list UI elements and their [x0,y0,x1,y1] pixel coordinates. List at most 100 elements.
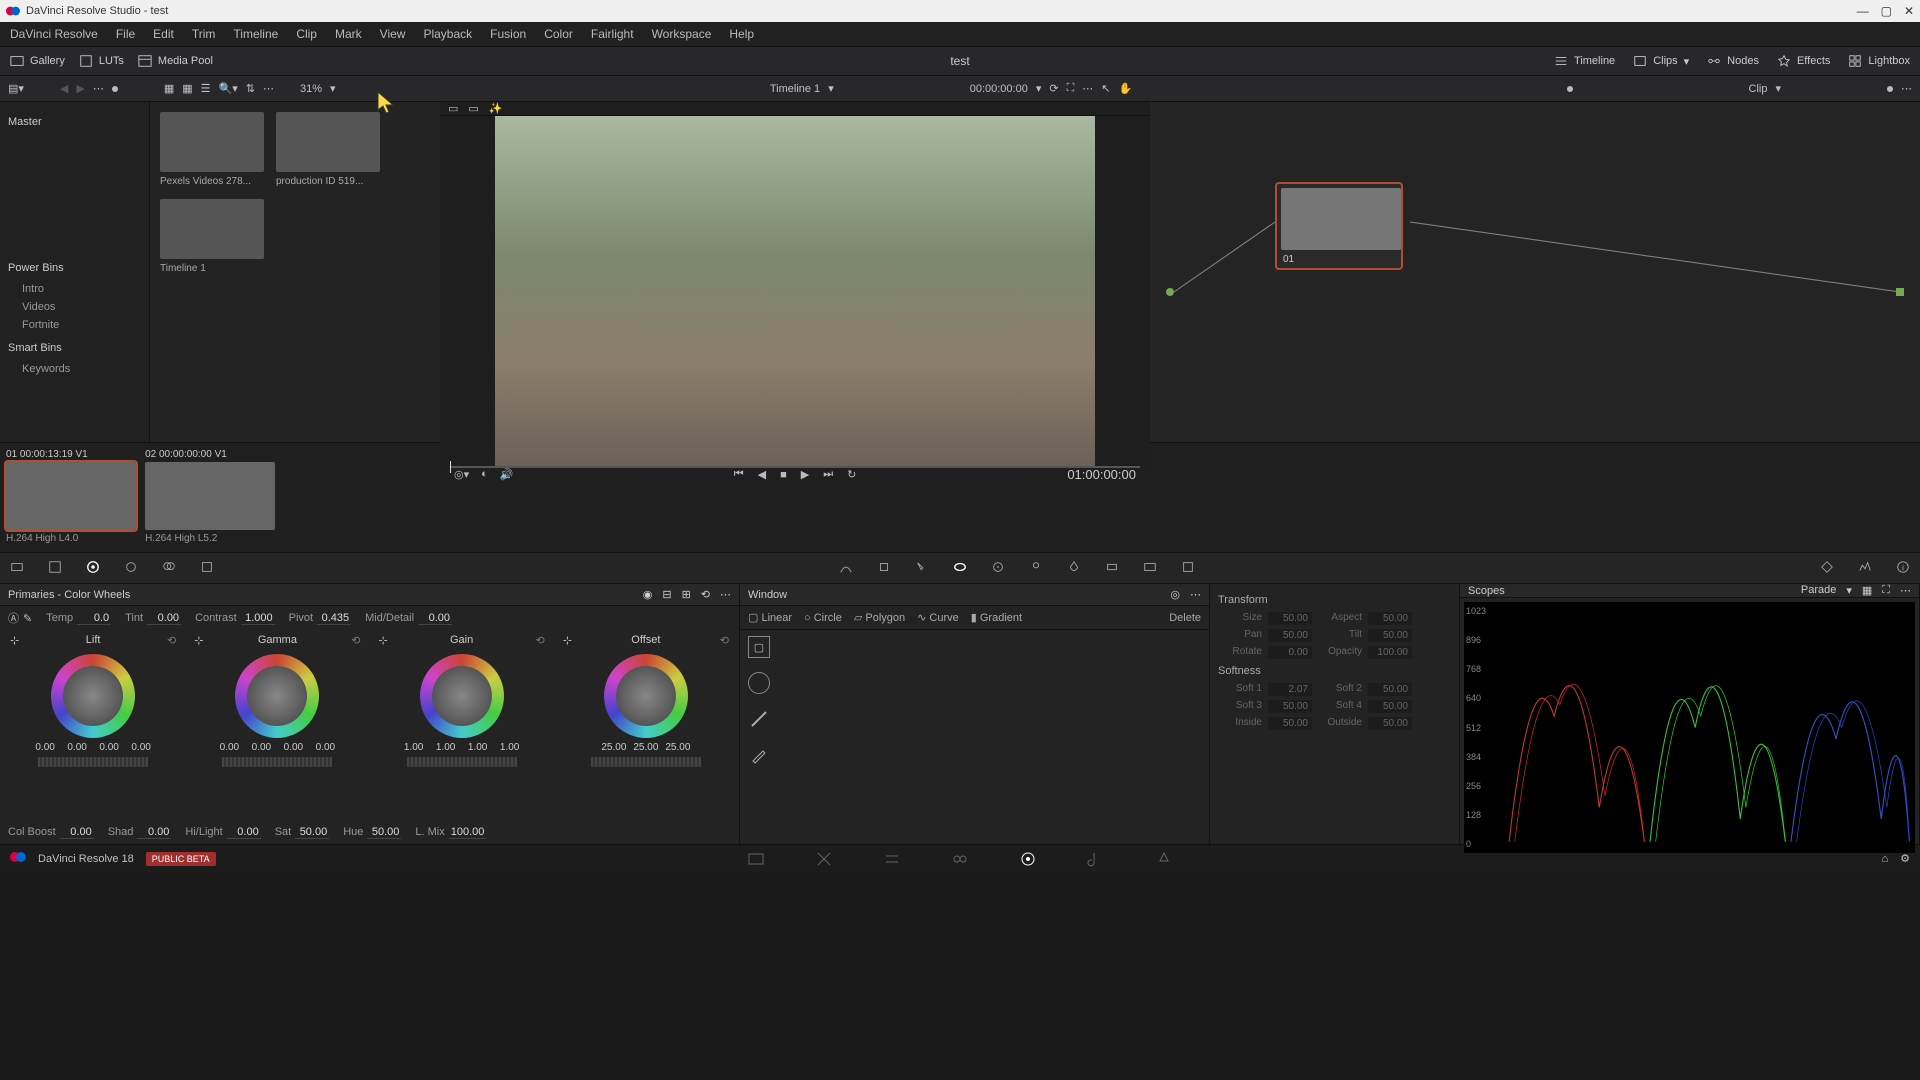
wheel-mode1-icon[interactable]: ◉ [643,588,653,601]
menu-trim[interactable]: Trim [192,27,216,41]
colboost-value[interactable]: 0.00 [60,826,94,839]
sort-icon[interactable]: ⇅ [246,82,255,95]
wheel-value[interactable]: 1.00 [497,742,523,753]
search-icon[interactable]: 🔍▾ [219,82,238,95]
page-media-icon[interactable] [747,850,765,868]
color-node[interactable]: 01 [1275,182,1403,270]
bypass-icon[interactable]: ⟳ [1049,82,1058,95]
zoom-value[interactable]: 31% [300,83,322,95]
power-bins-header[interactable]: Power Bins [8,262,141,274]
node-clip-label[interactable]: Clip [1749,83,1768,95]
node-options-icon[interactable]: ⋯ [1901,82,1912,95]
timeline-clip[interactable]: 02 00:00:00:00 V1 H.264 High L5.2 [145,447,275,544]
jog-wheel[interactable] [591,757,701,767]
viewer-timecode[interactable]: 00:00:00:00 [970,83,1028,95]
goto-first-icon[interactable]: ⏮ [734,468,744,481]
3d-icon[interactable] [1181,560,1195,577]
step-back-icon[interactable]: ◀ [758,468,766,481]
middetail-value[interactable]: 0.00 [418,612,452,625]
maximize-button[interactable]: ▢ [1881,4,1892,18]
luts-button[interactable]: LUTs [79,54,124,68]
panel-options-icon[interactable]: ⋯ [720,588,731,601]
menu-fairlight[interactable]: Fairlight [591,27,634,41]
camera-raw-icon[interactable] [10,560,24,577]
picker-icon[interactable]: ✎ [23,612,32,625]
page-cut-icon[interactable] [815,850,833,868]
menu-file[interactable]: File [116,27,135,41]
tf-value[interactable]: 50.00 [1368,717,1412,730]
wheel-value[interactable]: 25.00 [665,742,691,753]
wheels-icon[interactable] [86,560,100,577]
wheel-value[interactable]: 0.00 [280,742,306,753]
jog-wheel[interactable] [222,757,332,767]
menu-davinci[interactable]: DaVinci Resolve [10,27,98,41]
tf-value[interactable]: 50.00 [1368,612,1412,625]
reset-icon[interactable]: ⟲ [536,634,545,647]
parade-scope[interactable]: 10238967686405123842561280 [1464,602,1915,853]
tf-value[interactable]: 50.00 [1368,683,1412,696]
picker-icon[interactable]: ⊹ [194,634,203,647]
wheel-value[interactable]: 0.00 [64,742,90,753]
expand-icon[interactable]: ⛶ [1067,82,1075,95]
panel-preset-icon[interactable]: ◎ [1170,588,1180,601]
master-bin[interactable]: Master [8,116,141,128]
menu-workspace[interactable]: Workspace [652,27,712,41]
color-wheel[interactable] [51,654,135,738]
lightbox-button[interactable]: Lightbox [1848,54,1910,68]
viewer-options-icon[interactable]: ⋯ [1082,82,1093,95]
jog-wheel[interactable] [38,757,148,767]
chevron-down-icon[interactable]: ▾ [828,82,834,95]
tool-circle[interactable]: ○ Circle [804,612,842,624]
unmix-icon[interactable]: ◎▾ [454,468,469,481]
panel-options-icon[interactable]: ⋯ [1900,584,1911,597]
menu-view[interactable]: View [380,27,406,41]
picker-icon[interactable]: ⊹ [10,634,19,647]
settings-icon[interactable]: ⚙ [1900,852,1910,865]
view-grid-icon[interactable]: ▦ [182,82,192,95]
wheel-value[interactable]: 0.00 [216,742,242,753]
panel-options-icon[interactable]: ⋯ [1190,588,1201,601]
nav-prev-icon[interactable]: ◀ [60,82,68,95]
wheel-offset[interactable]: ⊹Offset⟲ 25.0025.0025.00 [559,634,733,820]
chevron-down-icon[interactable]: ▾ [330,82,336,95]
close-button[interactable]: ✕ [1904,4,1914,18]
menu-edit[interactable]: Edit [153,27,174,41]
menu-timeline[interactable]: Timeline [233,27,278,41]
node-graph[interactable]: 01 [1150,102,1920,442]
auto-balance-icon[interactable]: Ⓐ [8,610,19,626]
tf-value[interactable]: 50.00 [1268,629,1312,642]
contrast-value[interactable]: 1.000 [241,612,275,625]
wheel-value[interactable]: 1.00 [465,742,491,753]
wheel-lift[interactable]: ⊹Lift⟲ 0.000.000.000.00 [6,634,180,820]
color-wheel[interactable] [420,654,504,738]
tf-value[interactable]: 50.00 [1268,700,1312,713]
keyframe-icon[interactable] [1820,560,1834,577]
timeline-button[interactable]: Timeline [1554,54,1615,68]
tool-curve[interactable]: ∿ Curve [917,611,959,624]
home-icon[interactable]: ⌂ [1881,853,1888,865]
timeline-name[interactable]: Timeline 1 [770,83,820,95]
wheel-gamma[interactable]: ⊹Gamma⟲ 0.000.000.000.00 [190,634,364,820]
reset-icon[interactable]: ⟲ [351,634,360,647]
wipe-icon[interactable]: ◐ [481,468,488,481]
view-list-icon[interactable]: ☰ [201,82,211,95]
panel-menu-icon[interactable]: ▤▾ [8,82,24,95]
tf-value[interactable]: 50.00 [1368,629,1412,642]
gallery-button[interactable]: Gallery [10,54,65,68]
temp-value[interactable]: 0.0 [77,612,111,625]
chevron-down-icon[interactable]: ▾ [1036,82,1042,95]
bin-videos[interactable]: Videos [8,298,141,316]
chevron-down-icon[interactable]: ▾ [1775,82,1781,95]
shape-pen[interactable] [748,744,1201,766]
tool-gradient[interactable]: ▮ Gradient [971,611,1022,624]
wheel-value[interactable]: 1.00 [401,742,427,753]
warper-icon[interactable] [877,560,891,577]
play-icon[interactable]: ▶ [801,468,809,481]
menu-clip[interactable]: Clip [296,27,317,41]
menu-mark[interactable]: Mark [335,27,362,41]
tracker-icon[interactable] [991,560,1005,577]
window-icon[interactable] [953,560,967,577]
color-match-icon[interactable] [48,560,62,577]
tool-linear[interactable]: ▢ Linear [748,611,792,624]
magic-wand-icon[interactable]: ✨ [489,102,503,115]
